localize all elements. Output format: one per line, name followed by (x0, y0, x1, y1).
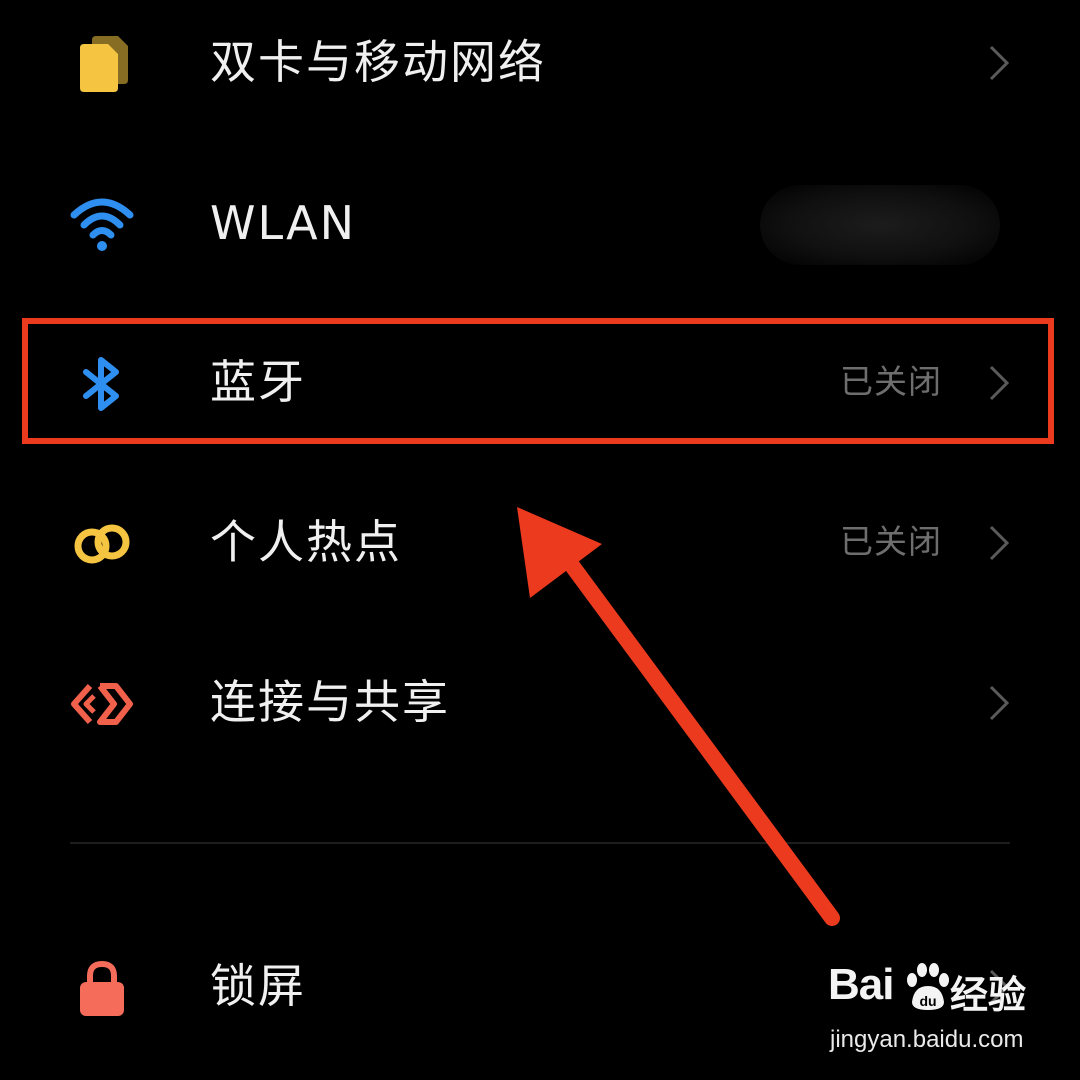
chevron-right-icon (988, 44, 1010, 82)
sim-card-icon (70, 32, 134, 96)
chevron-right-icon (988, 524, 1010, 562)
settings-item-label: 双卡与移动网络 (210, 35, 546, 89)
watermark-brand: Bai (828, 960, 894, 1009)
lock-icon (70, 956, 134, 1020)
watermark-url: jingyan.baidu.com (830, 1026, 1024, 1053)
settings-item-connection-share[interactable]: 连接与共享 (0, 642, 1080, 762)
section-divider (70, 842, 1010, 844)
wifi-icon (70, 193, 134, 257)
highlight-box (22, 318, 1054, 444)
chevron-right-icon (988, 684, 1010, 722)
wifi-network-name-blurred (760, 185, 1000, 265)
paw-logo-icon: du (902, 962, 952, 1012)
watermark-jingyan: 经验 (950, 973, 1027, 1017)
settings-item-sim[interactable]: 双卡与移动网络 (0, 2, 1080, 122)
settings-item-label: WLAN (210, 196, 357, 250)
status-text: 已关闭 (840, 522, 942, 561)
hotspot-icon (70, 512, 134, 576)
settings-item-label: 锁屏 (210, 959, 306, 1013)
settings-item-label: 个人热点 (210, 515, 402, 569)
connection-share-icon (70, 672, 134, 736)
settings-item-label: 连接与共享 (210, 675, 450, 729)
settings-item-hotspot[interactable]: 个人热点 已关闭 (0, 482, 1080, 602)
baidu-watermark: Bai du 经验 jingyan.baidu.com (828, 960, 1028, 1060)
svg-text:du: du (919, 993, 936, 1009)
